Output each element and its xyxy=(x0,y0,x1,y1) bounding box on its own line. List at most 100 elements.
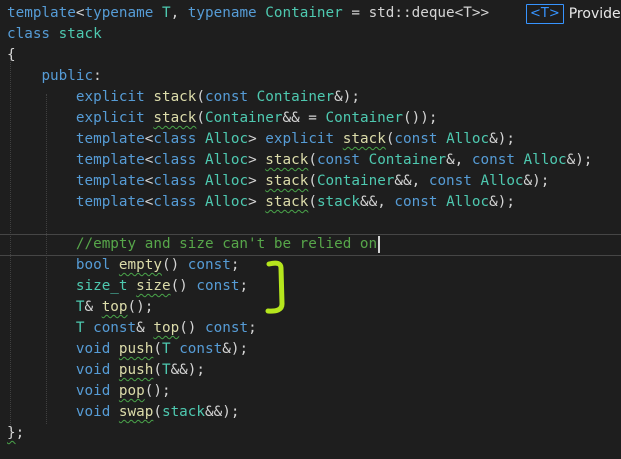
code-token: ( xyxy=(196,89,206,105)
code-line[interactable]: T& top(); xyxy=(7,297,153,318)
code-token: &&, xyxy=(394,173,429,189)
code-token: &); xyxy=(523,173,550,189)
code-token: > xyxy=(248,131,266,147)
code-line[interactable]: void swap(stack&&); xyxy=(7,402,240,423)
code-token: Alloc xyxy=(446,194,490,210)
code-token: > xyxy=(248,194,266,210)
code-token: template xyxy=(7,5,76,21)
code-token: const xyxy=(93,320,137,336)
code-token: Container xyxy=(368,152,447,168)
bracket-stroke xyxy=(265,260,285,314)
code-token: Alloc xyxy=(446,131,490,147)
code-token: template xyxy=(75,131,145,147)
code-line[interactable]: public: xyxy=(7,66,102,87)
code-line[interactable]: }; xyxy=(7,423,24,444)
code-token: stack xyxy=(342,131,386,147)
code-line[interactable]: void push(T const&); xyxy=(7,339,248,360)
code-token: () xyxy=(179,320,206,336)
code-line[interactable]: explicit stack(const Container&); xyxy=(7,87,360,108)
code-token: { xyxy=(7,47,16,63)
code-token: const xyxy=(179,341,223,357)
code-token: top xyxy=(153,320,180,336)
code-token: : xyxy=(93,68,102,84)
code-token: typename xyxy=(187,5,257,21)
code-token: typename xyxy=(84,5,154,21)
code-line[interactable]: bool empty() const; xyxy=(7,255,240,276)
code-token: ()); xyxy=(403,110,438,126)
code-token: Container xyxy=(316,173,395,189)
code-token: stack xyxy=(58,26,102,42)
code-token: } xyxy=(7,425,16,441)
code-token: explicit xyxy=(265,131,335,147)
code-token: explicit xyxy=(75,110,145,126)
code-line[interactable]: class stack xyxy=(7,24,102,45)
code-token: empty xyxy=(118,257,162,273)
code-editor[interactable]: template<typename T, typename Container … xyxy=(0,0,621,459)
code-token: const xyxy=(205,89,249,105)
code-token: stack xyxy=(161,404,206,420)
code-token: const xyxy=(187,257,231,273)
code-line[interactable]: template<class Alloc> stack(stack&&, con… xyxy=(7,192,515,213)
code-token: ( xyxy=(153,341,162,357)
code-line[interactable]: T const& top() const; xyxy=(7,318,257,339)
code-line[interactable]: { xyxy=(7,45,16,66)
code-line[interactable]: //empty and size can't be relied on xyxy=(7,234,380,255)
code-token: ( xyxy=(308,173,317,189)
code-line[interactable]: explicit stack(Container&& = Container()… xyxy=(7,108,438,129)
code-token: stack xyxy=(153,89,197,105)
code-token: &&, xyxy=(359,194,395,210)
code-token: swap xyxy=(118,404,154,420)
code-token: () xyxy=(170,278,197,294)
text-caret xyxy=(378,235,380,253)
code-line[interactable]: void push(T&&); xyxy=(7,360,205,381)
code-line[interactable]: void pop(); xyxy=(7,381,171,402)
code-token: ( xyxy=(196,110,206,126)
code-token: ; xyxy=(230,257,240,273)
code-token: ( xyxy=(153,362,162,378)
code-line[interactable]: template<typename T, typename Container … xyxy=(7,3,489,24)
code-token: Alloc xyxy=(480,173,524,189)
code-token: stack xyxy=(153,110,197,126)
code-token: Alloc xyxy=(205,173,249,189)
code-line[interactable]: template<class Alloc> explicit stack(con… xyxy=(7,129,515,150)
code-token: && = xyxy=(282,110,326,126)
code-token: push xyxy=(118,362,154,378)
code-token: size xyxy=(136,278,171,294)
quick-info-tooltip[interactable]: <T> Provide xyxy=(526,3,621,25)
code-line[interactable]: size_t size() const; xyxy=(7,276,248,297)
code-line[interactable]: template<class Alloc> stack(const Contai… xyxy=(7,150,593,171)
code-token: T xyxy=(161,5,171,21)
code-token: (); xyxy=(127,299,154,315)
code-token: template xyxy=(75,194,145,210)
code-token: class xyxy=(153,173,197,189)
code-token: ; xyxy=(239,278,249,294)
code-token: Container xyxy=(325,110,403,126)
code-line[interactable]: template<class Alloc> stack(Container&&,… xyxy=(7,171,550,192)
code-token: void xyxy=(75,341,111,357)
code-token: void xyxy=(75,383,111,399)
code-token: Alloc xyxy=(205,152,249,168)
code-token: &); xyxy=(489,131,515,147)
code-token: T xyxy=(161,362,171,378)
